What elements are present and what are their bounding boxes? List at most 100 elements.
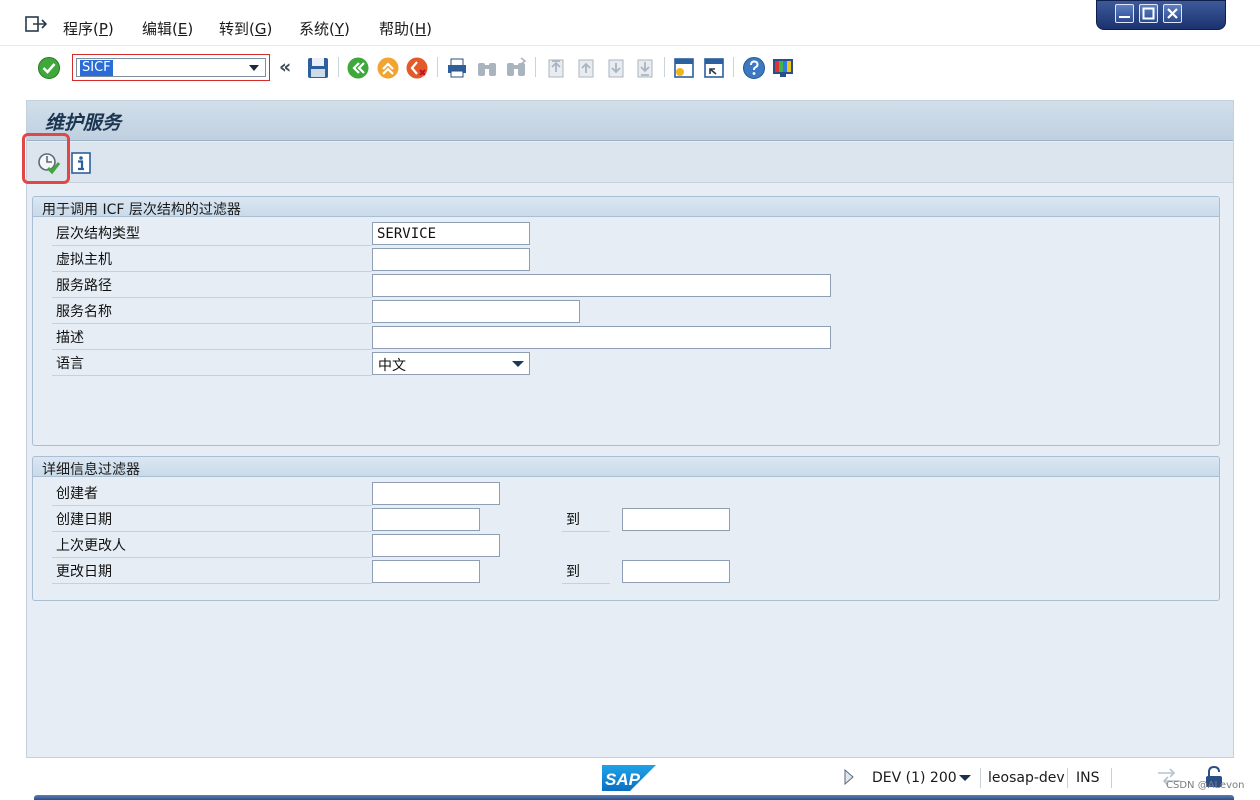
- separator: [1067, 768, 1068, 788]
- print-icon[interactable]: [445, 56, 469, 80]
- minimize-button[interactable]: [1115, 4, 1134, 23]
- status-expand-icon[interactable]: [843, 769, 855, 785]
- save-icon[interactable]: [306, 56, 330, 80]
- changed-on-to-input[interactable]: [623, 561, 729, 582]
- chevron-down-icon[interactable]: [249, 65, 259, 71]
- page-title: 维护服务: [45, 112, 122, 134]
- field-label-service-name: 服务名称: [52, 300, 372, 324]
- changed-on-from-input[interactable]: [373, 561, 479, 582]
- last-changed-by-input[interactable]: [373, 535, 499, 556]
- virtual-host-field[interactable]: [372, 248, 530, 271]
- created-on-from-field[interactable]: [372, 508, 480, 531]
- command-field[interactable]: SICF: [72, 54, 270, 81]
- service-name-input[interactable]: [373, 301, 579, 322]
- sap-gui-window: 程序(P) 编辑(E) 转到(G) 系统(Y) 帮助(H) SICF « 维护服…: [0, 0, 1260, 800]
- exit-icon[interactable]: [376, 56, 400, 80]
- separator: [437, 57, 438, 77]
- detail-filter-group-header: 详细信息过滤器: [33, 457, 1219, 478]
- icf-filter-group-header: 用于调用 ICF 层次结构的过滤器: [33, 197, 1219, 218]
- menu-program[interactable]: 程序(P): [63, 18, 114, 39]
- field-label-changed-on: 更改日期: [52, 560, 372, 584]
- info-icon[interactable]: [71, 152, 91, 174]
- field-label-hierarchy-type: 层次结构类型: [52, 222, 372, 246]
- menu-bar: 程序(P) 编辑(E) 转到(G) 系统(Y) 帮助(H): [0, 0, 1260, 46]
- maximize-icon: [1142, 7, 1155, 20]
- menu-help[interactable]: 帮助(H): [379, 18, 432, 39]
- description-field[interactable]: [372, 326, 831, 349]
- chevron-down-icon[interactable]: [958, 774, 972, 782]
- find-next-icon[interactable]: [504, 56, 528, 80]
- maximize-button[interactable]: [1139, 4, 1158, 23]
- language-selected-value: 中文: [378, 358, 406, 374]
- created-on-to-field[interactable]: [622, 508, 730, 531]
- created-on-to-input[interactable]: [623, 509, 729, 530]
- service-name-field[interactable]: [372, 300, 580, 323]
- changed-on-to-field[interactable]: [622, 560, 730, 583]
- chevron-down-icon[interactable]: [512, 361, 524, 367]
- last-page-icon[interactable]: [633, 56, 657, 80]
- field-label-service-path: 服务路径: [52, 274, 372, 298]
- menu-system[interactable]: 系统(Y): [299, 18, 350, 39]
- field-label-description: 描述: [52, 326, 372, 350]
- separator: [338, 57, 339, 77]
- language-dropdown[interactable]: 中文: [372, 352, 530, 375]
- execute-icon[interactable]: [37, 152, 61, 176]
- service-path-field[interactable]: [372, 274, 831, 297]
- field-label-last-changed-by: 上次更改人: [52, 534, 372, 558]
- icf-filter-group-title: 用于调用 ICF 层次结构的过滤器: [42, 202, 241, 218]
- field-label-created-by: 创建者: [52, 482, 372, 506]
- find-icon[interactable]: [475, 56, 499, 80]
- changed-on-to-label: 到: [562, 560, 610, 584]
- hierarchy-type-field[interactable]: [372, 222, 530, 245]
- window-controls: [1096, 0, 1226, 30]
- field-label-language: 语言: [52, 352, 372, 376]
- close-button[interactable]: [1163, 4, 1182, 23]
- screen-title-bar: 维护服务: [27, 101, 1233, 141]
- created-by-input[interactable]: [373, 483, 499, 504]
- separator: [980, 768, 981, 788]
- separator: [535, 57, 536, 77]
- system-info: DEV (1) 200: [872, 770, 957, 786]
- server-name: leosap-dev: [988, 770, 1065, 786]
- svg-text:SAP: SAP: [605, 770, 641, 789]
- detail-filter-group-title: 详细信息过滤器: [42, 462, 140, 478]
- close-icon: [1167, 8, 1178, 19]
- created-on-from-input[interactable]: [373, 509, 479, 530]
- cancel-icon[interactable]: [405, 56, 429, 80]
- help-icon[interactable]: [742, 56, 766, 80]
- detail-filter-group: 详细信息过滤器 创建者 创建日期 到 上次更改人 更改日期 到: [32, 456, 1220, 601]
- changed-on-from-field[interactable]: [372, 560, 480, 583]
- virtual-host-input[interactable]: [373, 249, 529, 270]
- separator: [664, 57, 665, 77]
- minimize-icon: [1119, 16, 1130, 18]
- last-changed-by-field[interactable]: [372, 534, 500, 557]
- customize-layout-icon[interactable]: [771, 56, 795, 80]
- enter-check-icon[interactable]: [37, 56, 61, 80]
- hierarchy-type-input[interactable]: [373, 223, 529, 244]
- create-session-icon[interactable]: [672, 56, 696, 80]
- first-page-icon[interactable]: [544, 56, 568, 80]
- service-path-input[interactable]: [373, 275, 830, 296]
- menu-goto[interactable]: 转到(G): [219, 18, 272, 39]
- main-screen-area: 维护服务 用于调用 ICF 层次结构的过滤器 层次结构类型 虚拟主: [26, 100, 1234, 758]
- command-field-value[interactable]: SICF: [80, 60, 113, 76]
- create-shortcut-icon[interactable]: [702, 56, 726, 80]
- separator: [1111, 768, 1112, 788]
- bottom-frame-stripe: [34, 795, 1234, 800]
- created-by-field[interactable]: [372, 482, 500, 505]
- description-input[interactable]: [373, 327, 830, 348]
- status-bar: SAP DEV (1) 200 leosap-dev INS: [0, 760, 1260, 800]
- watermark: CSDN @ALevon: [1166, 780, 1245, 791]
- field-label-created-on: 创建日期: [52, 508, 372, 532]
- next-page-icon[interactable]: [604, 56, 628, 80]
- exit-menu-icon[interactable]: [24, 14, 48, 34]
- icf-filter-group: 用于调用 ICF 层次结构的过滤器 层次结构类型 虚拟主机 服务路径 服务名称 …: [32, 196, 1220, 446]
- insert-mode: INS: [1076, 770, 1100, 786]
- created-on-to-label: 到: [562, 508, 610, 532]
- back-icon[interactable]: [346, 56, 370, 80]
- menu-edit[interactable]: 编辑(E): [142, 18, 193, 39]
- sap-logo: SAP: [602, 765, 656, 791]
- previous-page-icon[interactable]: [574, 56, 598, 80]
- field-label-virtual-host: 虚拟主机: [52, 248, 372, 272]
- collapse-command-icon[interactable]: «: [279, 56, 291, 78]
